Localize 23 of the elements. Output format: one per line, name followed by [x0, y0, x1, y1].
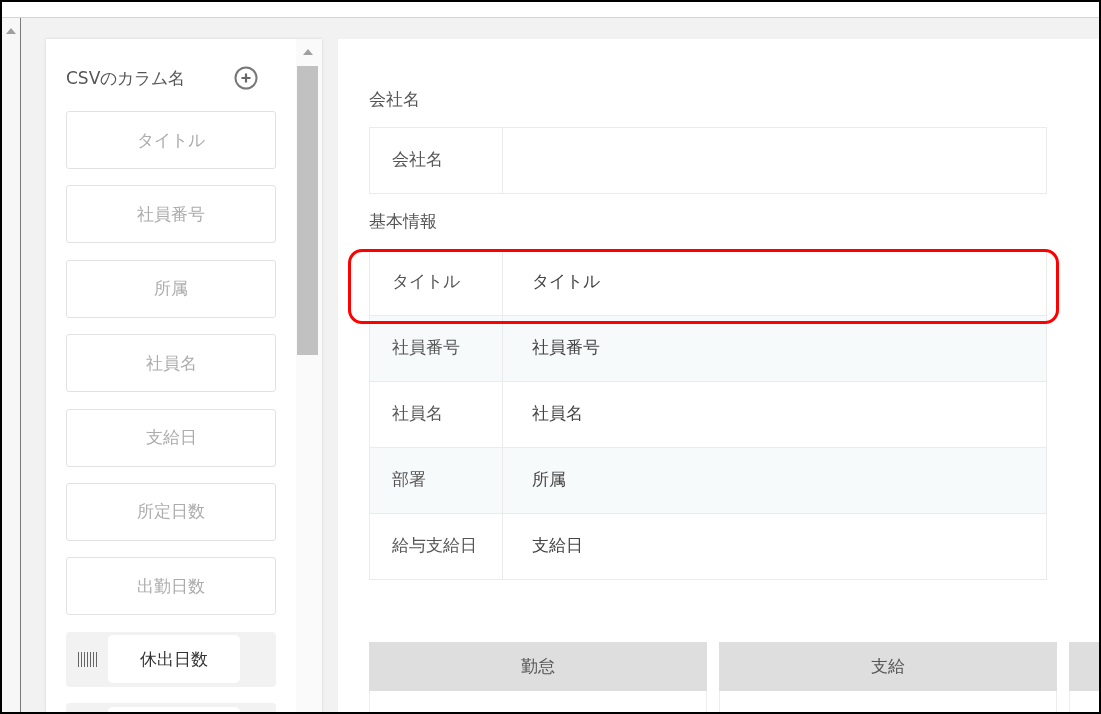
up-arrow-icon[interactable] — [6, 28, 16, 34]
column-header: 支給 — [719, 642, 1057, 691]
section-heading: 会社名 — [369, 89, 421, 109]
scrollbar-thumb[interactable] — [297, 66, 318, 355]
column-header: 勤怠 — [369, 642, 707, 691]
column-item[interactable]: 社員名 — [66, 334, 276, 393]
column-tag[interactable]: 休出日数 — [108, 635, 240, 684]
column-item[interactable]: 出勤日数 — [66, 557, 276, 616]
column-item[interactable]: 休出日数 — [66, 631, 276, 687]
section-heading: 基本情報 — [369, 211, 438, 231]
add-circle-icon[interactable] — [234, 66, 258, 90]
column-item[interactable]: タイトル — [66, 111, 276, 169]
grip-icon[interactable] — [78, 651, 97, 667]
table-cell: 社員番号 — [370, 316, 503, 381]
table-cell: 部署 — [370, 448, 503, 513]
column-item[interactable]: 支給日 — [66, 408, 276, 467]
panel-title: CSVのカラム名 — [66, 67, 186, 90]
table-cell: 所属 — [503, 448, 1046, 513]
column-item[interactable]: 社員番号 — [66, 185, 276, 244]
up-arrow-icon[interactable] — [303, 49, 313, 55]
column-item[interactable]: 所定日数 — [66, 482, 276, 541]
table-cell: 社員番号 — [503, 316, 1046, 381]
column-item[interactable]: 所属 — [66, 259, 276, 318]
